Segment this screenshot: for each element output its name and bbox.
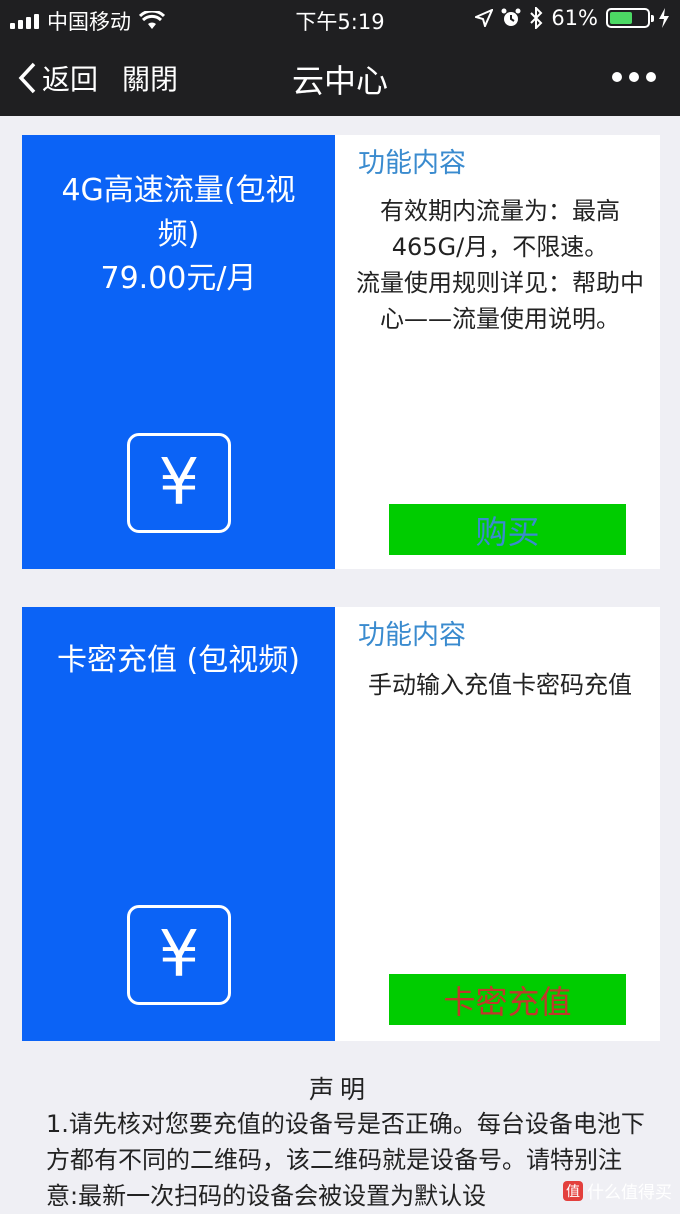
- card-pin-recharge-button[interactable]: 卡密充值: [389, 974, 626, 1025]
- buy-button[interactable]: 购买: [389, 504, 626, 555]
- plan-description: 有效期内流量为：最高465G/月，不限速。 流量使用规则详见：帮助中心——流量使…: [356, 197, 644, 333]
- recharge-button-label: 卡密充值: [443, 982, 572, 1021]
- buy-button-label: 购买: [475, 512, 540, 551]
- plan-summary-panel: 卡密充值 (包视频) ¥: [22, 607, 335, 1041]
- notice-title: 声明: [308, 1075, 371, 1104]
- plan-description: 手动输入充值卡密码充值: [368, 671, 632, 699]
- more-dot-icon: [629, 72, 639, 82]
- page-title: 云中心: [291, 62, 388, 100]
- plan-price: 79.00元/月: [100, 261, 257, 296]
- notice-text: 1.请先核对您要充值的设备号是否正确。每台设备电池下方都有不同的二维码，该二维码…: [46, 1110, 645, 1210]
- watermark: 值 什么值得买: [563, 1178, 672, 1203]
- alarm-icon: [501, 8, 521, 26]
- more-dot-icon: [646, 72, 656, 82]
- plan-info-panel: 功能内容 有效期内流量为：最高465G/月，不限速。 流量使用规则详见：帮助中心…: [338, 135, 660, 569]
- more-menu-button[interactable]: [612, 72, 656, 82]
- location-arrow-icon: [475, 9, 494, 27]
- charging-bolt-icon: [659, 8, 669, 28]
- plan-card-card-pin: 卡密充值 (包视频) ¥ 功能内容 手动输入充值卡密码充值 卡密充值: [22, 607, 660, 1041]
- plan-card-data: 4G高速流量(包视频) 79.00元/月 ¥ 功能内容 有效期内流量为：最高46…: [22, 135, 660, 569]
- status-bar: 中国移动 下午5:19 61%: [0, 0, 680, 38]
- yen-icon: ¥: [127, 433, 231, 533]
- battery-icon: [606, 8, 654, 28]
- plan-info-panel: 功能内容 手动输入充值卡密码充值 卡密充值: [338, 607, 660, 1041]
- plan-name: 4G高速流量(包视频): [61, 173, 296, 252]
- more-dot-icon: [612, 72, 622, 82]
- plan-name: 卡密充值 (包视频): [57, 643, 300, 678]
- battery-percent: 61%: [551, 6, 598, 30]
- yen-icon: ¥: [127, 905, 231, 1005]
- nav-bar: 返回 關閉 云中心: [0, 38, 680, 116]
- info-heading: 功能内容: [358, 620, 466, 651]
- bluetooth-icon: [530, 7, 543, 29]
- status-right: 61%: [475, 6, 670, 30]
- watermark-logo-icon: 值: [563, 1180, 583, 1201]
- watermark-text: 什么值得买: [587, 1183, 672, 1203]
- info-heading: 功能内容: [358, 148, 466, 179]
- plan-summary-panel: 4G高速流量(包视频) 79.00元/月 ¥: [22, 135, 335, 569]
